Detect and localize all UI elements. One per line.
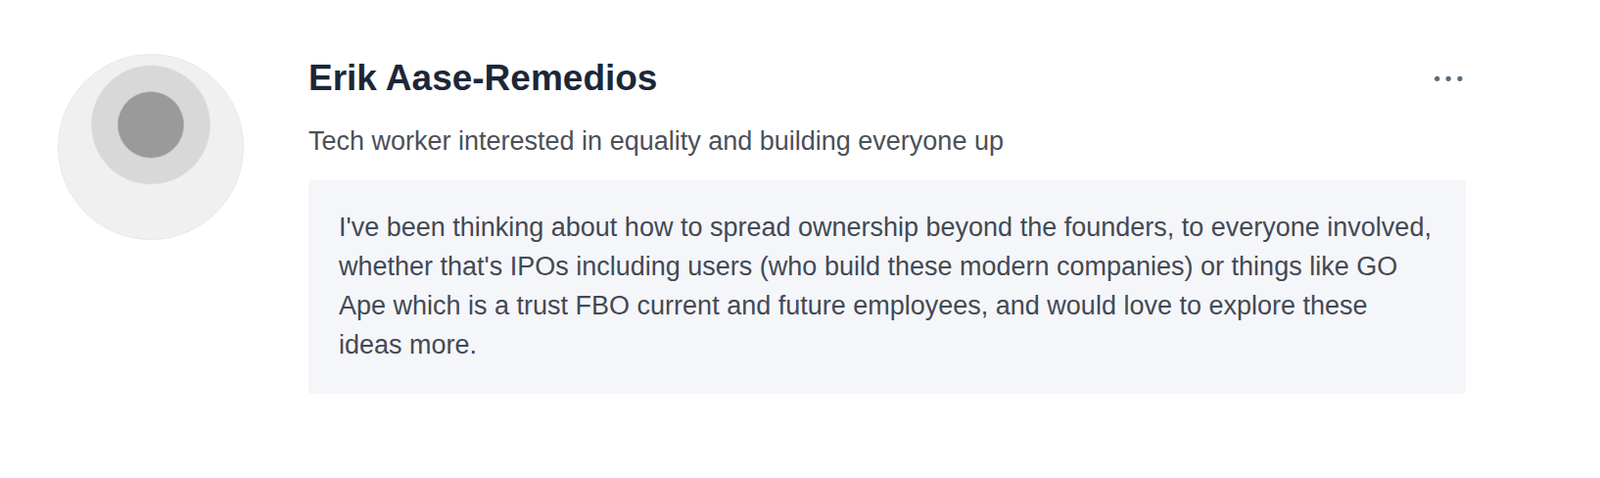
profile-header: Erik Aase-Remedios ••• — [308, 53, 1466, 103]
more-menu-icon[interactable]: ••• — [1431, 64, 1466, 94]
message-text: I've been thinking about how to spread o… — [338, 207, 1436, 365]
profile-bio: Tech worker interested in equality and b… — [308, 124, 1466, 159]
avatar-picture[interactable] — [57, 53, 244, 240]
profile-card: Erik Aase-Remedios ••• Tech worker interes… — [0, 0, 1600, 414]
profile-content: Erik Aase-Remedios ••• Tech worker interes… — [308, 53, 1466, 394]
message-box: I've been thinking about how to spread o… — [308, 180, 1466, 394]
profile-name[interactable]: Erik Aase-Remedios — [308, 54, 658, 102]
